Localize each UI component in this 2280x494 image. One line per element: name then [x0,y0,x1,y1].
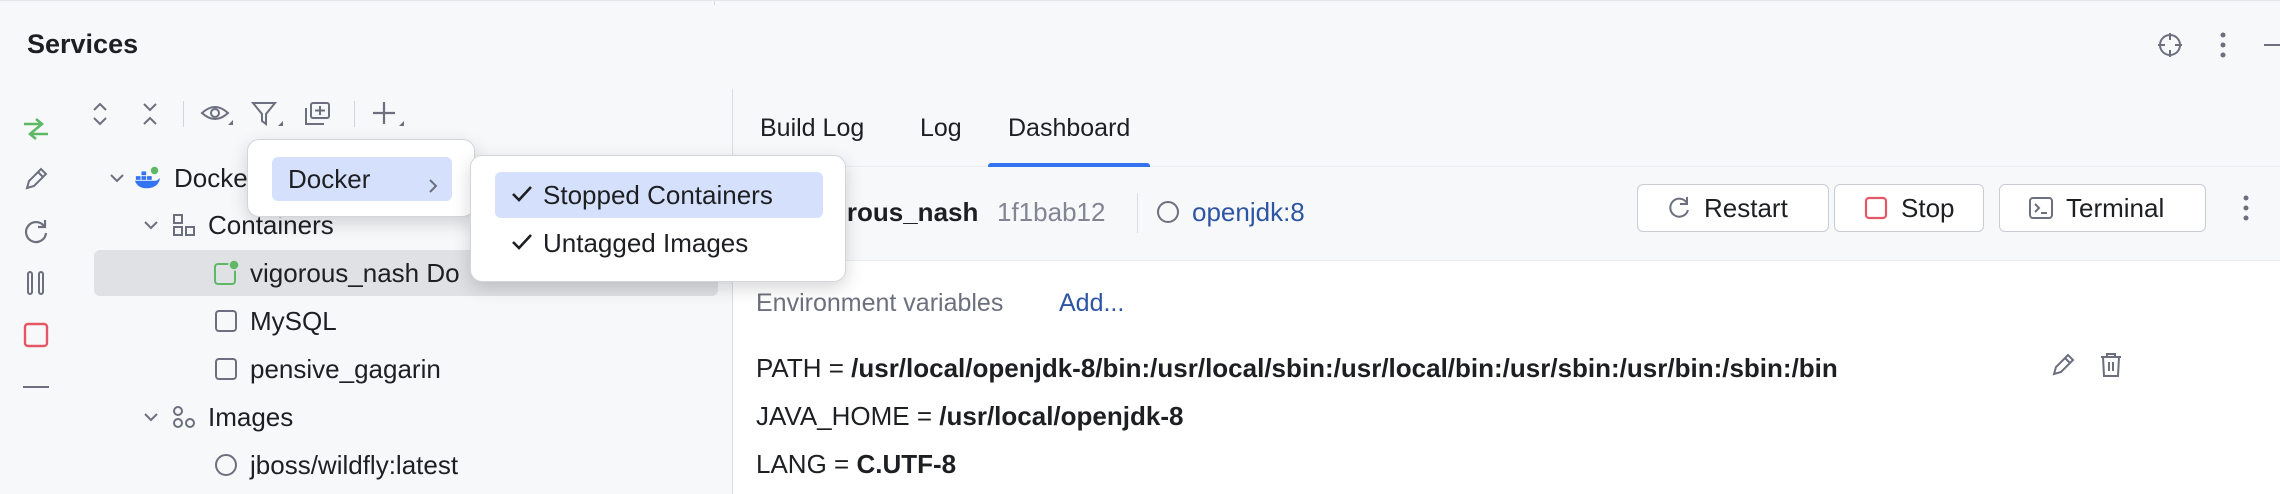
image-icon [212,451,240,479]
stopped-container-icon [212,355,240,383]
chevron-down-icon[interactable] [140,406,162,428]
filter-submenu: Stopped Containers Untagged Images [470,155,846,282]
run-deploy-icon[interactable] [16,109,56,149]
menu-item-stopped-containers[interactable]: Stopped Containers [495,172,823,218]
tree-item-label: pensive_gagarin [250,353,441,384]
tree-toolbar [72,89,732,139]
containers-group-icon [170,211,198,239]
tree-node-images[interactable]: Images [94,394,718,440]
images-group-icon [170,403,198,431]
container-header: orous_nash 1f1bab12 openjdk:8 Restart St… [733,167,2280,261]
collapse-all-icon[interactable] [130,94,170,134]
view-options-icon[interactable] [197,94,237,134]
checkmark-icon [511,228,537,259]
env-var-row: JAVA_HOME = /usr/local/openjdk-8 [756,401,1183,432]
chevron-right-icon [428,170,438,201]
divider [714,1,715,5]
env-key: LANG = [756,449,857,479]
more-vertical-icon[interactable] [2231,191,2261,225]
tab-log[interactable]: Log [920,89,962,167]
button-label: Terminal [2066,192,2165,223]
terminal-button[interactable]: Terminal [1999,184,2206,232]
edit-env-icon[interactable] [2049,351,2077,383]
refresh-icon[interactable] [16,211,56,251]
container-id: 1f1bab12 [997,197,1106,227]
tree-item-container[interactable]: MySQL [94,298,718,344]
collapse-line-icon[interactable] [16,367,56,407]
more-vertical-icon[interactable] [2203,23,2243,67]
crosshair-icon[interactable] [2150,23,2190,67]
tree-item-label: jboss/wildfly:latest [250,449,459,480]
menu-item-untagged-images[interactable]: Untagged Images [495,220,823,266]
add-env-link[interactable]: Add... [1059,289,1124,318]
services-tool-window: Services Docker Containers vigorous_nash… [0,0,2280,494]
env-var-row: PATH = /usr/local/openjdk-8/bin:/usr/loc… [756,353,1838,384]
new-group-icon[interactable] [300,94,340,134]
divider [1137,193,1138,233]
menu-item-label: Stopped Containers [543,179,773,210]
env-value: C.UTF-8 [856,449,957,479]
image-icon [1157,201,1179,223]
image-link[interactable]: openjdk:8 [1192,197,1305,228]
restart-icon [1666,195,1692,221]
container-name: orous_nash [831,197,979,227]
left-toolbar [0,101,72,494]
tab-label: Log [920,113,962,142]
button-label: Restart [1704,192,1788,223]
expand-all-icon[interactable] [80,94,120,134]
tree-item-label: MySQL [250,305,337,336]
tree-item-label: vigorous_nash Do [250,257,460,288]
minimize-icon[interactable] [2256,23,2280,67]
menu-item-label: Docker [288,163,371,194]
delete-env-icon[interactable] [2097,351,2125,383]
filter-icon[interactable] [247,94,287,134]
chevron-down-icon[interactable] [140,214,162,236]
pause-icon[interactable] [16,263,56,303]
toolbar-separator [183,101,184,127]
details-panel: Build Log Log Dashboard orous_nash 1f1ba… [733,89,2280,494]
env-value: /usr/local/openjdk-8/bin:/usr/local/sbin… [851,353,1838,383]
env-key: PATH = [756,353,852,383]
add-service-icon[interactable] [368,94,408,134]
stopped-container-icon [212,307,240,335]
edit-icon[interactable] [16,159,56,199]
env-section-label: Environment variables [756,289,1004,317]
terminal-icon [2028,195,2054,221]
tool-window-title: Services [27,29,139,59]
tab-dashboard[interactable]: Dashboard [988,89,1151,168]
button-label: Stop [1901,192,1955,223]
stop-icon [1863,195,1889,221]
env-key: JAVA_HOME = [756,401,940,431]
chevron-down-icon[interactable] [106,167,128,189]
restart-button[interactable]: Restart [1637,184,1829,232]
menu-item-docker[interactable]: Docker [272,157,452,201]
tree-node-label: Docker [174,162,257,193]
tab-label: Dashboard [1008,113,1131,142]
stop-icon[interactable] [16,315,56,355]
tab-label: Build Log [760,113,865,142]
tree-item-container[interactable]: pensive_gagarin [94,346,718,392]
checkmark-icon [511,180,537,211]
tree-item-image[interactable]: jboss/wildfly:latest [94,442,718,488]
menu-item-label: Untagged Images [543,227,749,258]
tab-bar: Build Log Log Dashboard [733,89,2280,168]
filter-popup-menu: Docker [247,139,475,217]
toolbar-separator [354,101,355,127]
stop-button[interactable]: Stop [1834,184,1984,232]
env-var-row: LANG = C.UTF-8 [756,449,956,480]
tree-node-label: Images [208,401,294,432]
running-container-icon [212,259,240,287]
docker-icon [134,164,162,192]
env-value: /usr/local/openjdk-8 [939,401,1184,431]
